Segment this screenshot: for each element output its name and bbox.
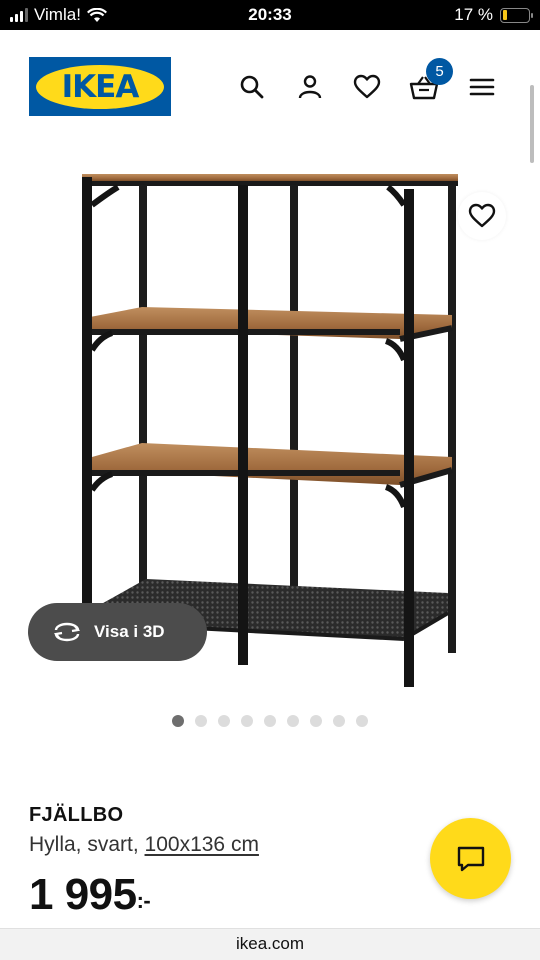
carousel-dot[interactable]	[218, 715, 230, 727]
chat-icon	[457, 846, 484, 871]
carousel-dot[interactable]	[310, 715, 322, 727]
add-to-favorites-button[interactable]	[458, 192, 506, 240]
battery-percent: 17 %	[454, 5, 493, 24]
carousel-dot[interactable]	[264, 715, 276, 727]
price-suffix: :-	[136, 888, 151, 913]
chat-button[interactable]	[430, 818, 511, 899]
cart-count-badge: 5	[426, 58, 453, 85]
product-size-link[interactable]: 100x136 cm	[145, 833, 259, 856]
favorites-icon[interactable]	[352, 72, 382, 102]
product-name: FJÄLLBO	[29, 804, 124, 826]
carousel-dot[interactable]	[333, 715, 345, 727]
carousel-dot[interactable]	[356, 715, 368, 727]
heart-icon	[468, 203, 496, 228]
product-price: 1 995 :-	[29, 870, 151, 920]
product-description: Hylla, svart, 100x136 cm	[29, 833, 259, 857]
carousel-dot[interactable]	[241, 715, 253, 727]
browser-url-bar[interactable]: ikea.com	[0, 928, 540, 960]
account-icon[interactable]	[295, 72, 325, 102]
menu-icon[interactable]	[467, 72, 497, 102]
logo-text: IKEA	[61, 68, 140, 105]
view-in-3d-button[interactable]: Visa i 3D	[28, 603, 207, 661]
status-right: 17 %	[454, 5, 533, 25]
battery-icon	[500, 7, 533, 23]
rotate-3d-icon	[53, 622, 81, 642]
carousel-dot[interactable]	[172, 715, 184, 727]
price-value: 1 995	[29, 870, 137, 919]
carousel-dot[interactable]	[195, 715, 207, 727]
ikea-logo[interactable]: IKEA	[29, 57, 171, 116]
image-carousel-dots	[172, 715, 368, 727]
carousel-dot[interactable]	[287, 715, 299, 727]
view-in-3d-label: Visa i 3D	[94, 622, 165, 641]
site-header: IKEA 5	[0, 30, 540, 163]
status-bar: Vimla! 20:33 17 %	[0, 0, 540, 30]
product-type: Hylla, svart,	[29, 833, 139, 856]
search-icon[interactable]	[237, 72, 267, 102]
